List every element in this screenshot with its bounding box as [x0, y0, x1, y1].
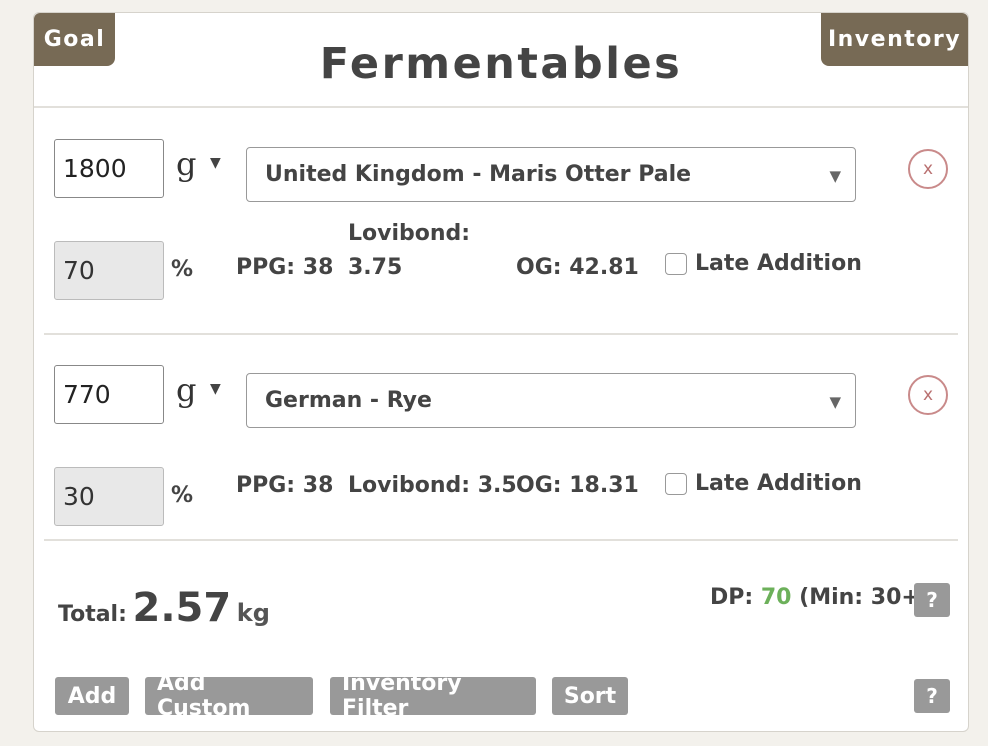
total-value: 2.57: [132, 585, 232, 631]
chevron-down-icon: ▼: [829, 393, 841, 411]
og-value: OG: 42.81: [516, 255, 639, 280]
header-divider: [34, 106, 968, 108]
chevron-down-icon: ▼: [829, 167, 841, 185]
fermentable-select[interactable]: United Kingdom - Maris Otter Pale ▼: [246, 147, 856, 202]
late-addition-label: Late Addition: [695, 471, 862, 496]
fermentable-select[interactable]: German - Rye ▼: [246, 373, 856, 428]
row-divider: [44, 333, 958, 335]
remove-button[interactable]: x: [908, 375, 948, 415]
late-addition-checkbox[interactable]: [665, 472, 687, 495]
percent-input: [54, 241, 164, 300]
lovibond-value: Lovibond: 3.5: [348, 473, 517, 498]
dp-label: DP:: [710, 585, 754, 610]
add-custom-button[interactable]: Add Custom: [145, 671, 313, 721]
close-icon: x: [922, 159, 934, 179]
help-button[interactable]: ?: [914, 679, 950, 713]
amount-input[interactable]: [54, 139, 164, 198]
lovibond-value: 3.75: [348, 255, 403, 280]
dp-value: 70: [760, 585, 792, 610]
og-value: OG: 18.31: [516, 473, 639, 498]
percent-sign: %: [171, 483, 194, 508]
late-addition-label: Late Addition: [695, 251, 862, 276]
late-addition: Late Addition: [665, 471, 862, 496]
total-label: Total:: [58, 602, 127, 627]
late-addition: Late Addition: [665, 251, 862, 276]
dp-help-button[interactable]: ?: [914, 583, 950, 617]
inventory-filter-button[interactable]: Inventory Filter: [330, 671, 536, 721]
sort-button[interactable]: Sort: [552, 677, 628, 715]
total-weight: Total: 2.57 kg: [58, 585, 270, 631]
fermentable-name: German - Rye: [265, 388, 432, 413]
fermentable-row: g ▼ German - Rye ▼ x % PPG: 38 Lovibond:…: [34, 365, 970, 575]
add-button[interactable]: Add: [55, 677, 129, 715]
unit-dropdown-icon[interactable]: ▼: [210, 381, 221, 397]
unit-dropdown-icon[interactable]: ▼: [210, 155, 221, 171]
remove-button[interactable]: x: [908, 149, 948, 189]
percent-sign: %: [171, 257, 194, 282]
unit-label: g: [176, 145, 197, 183]
total-unit: kg: [236, 599, 270, 627]
percent-input: [54, 467, 164, 526]
lovibond-label: Lovibond:: [348, 221, 471, 246]
amount-input[interactable]: [54, 365, 164, 424]
page-title: Fermentables: [319, 39, 683, 89]
ppg-value: PPG: 38: [236, 473, 334, 498]
close-icon: x: [922, 385, 934, 405]
dp-min: (Min: 30+): [799, 585, 930, 610]
fermentable-row: g ▼ United Kingdom - Maris Otter Pale ▼ …: [34, 139, 970, 349]
fermentable-name: United Kingdom - Maris Otter Pale: [265, 162, 692, 187]
row-divider: [44, 539, 958, 541]
diastatic-power: DP: 70 (Min: 30+): [710, 585, 930, 610]
fermentables-panel: Goal Inventory Fermentables g ▼ United K…: [33, 12, 969, 732]
unit-label: g: [176, 371, 197, 409]
late-addition-checkbox[interactable]: [665, 252, 687, 275]
ppg-value: PPG: 38: [236, 255, 334, 280]
